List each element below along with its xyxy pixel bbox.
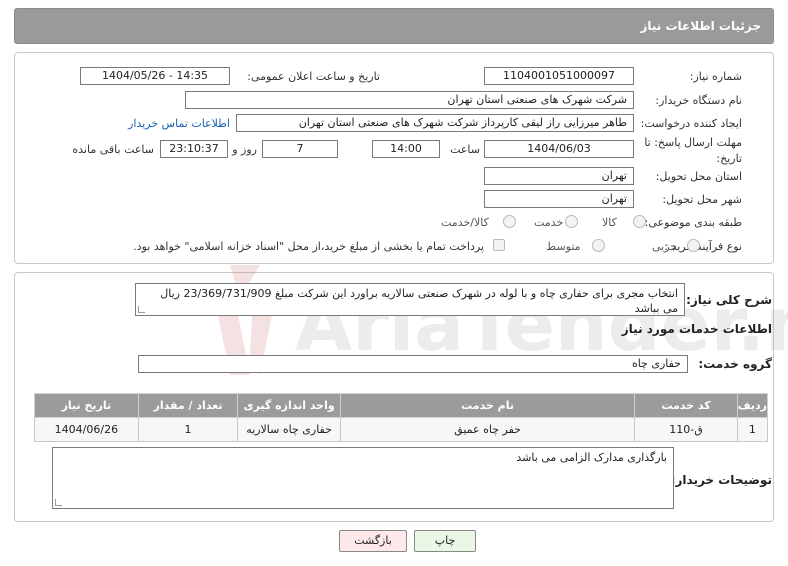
category-goods-service-radio[interactable]	[503, 215, 516, 228]
remaining-time-label: ساعت باقی مانده	[72, 143, 154, 156]
cell-need-date: 1404/06/26	[34, 417, 139, 442]
category-option-goods-service: کالا/خدمت	[441, 216, 489, 229]
deadline-label-date: تاریخ:	[716, 152, 742, 165]
category-goods-radio[interactable]	[633, 215, 646, 228]
cell-service-name: حفر چاه عمیق	[339, 417, 636, 442]
cell-service-code: ق-110	[634, 417, 738, 442]
announce-datetime-label: تاریخ و ساعت اعلان عمومی:	[247, 70, 380, 83]
need-number-field: 1104001051000097	[484, 67, 634, 85]
creator-label: ایجاد کننده درخواست:	[640, 117, 742, 130]
need-number-label: شماره نیاز:	[689, 70, 742, 83]
col-service-name-header: نام خدمت	[339, 393, 636, 418]
delivery-province-field: تهران	[484, 167, 634, 185]
buyer-notes-textarea[interactable]: بارگذاری مدارک الزامی می باشد	[52, 447, 674, 509]
page-title: جزئیات اطلاعات نیاز	[640, 19, 761, 33]
buyer-notes-text: بارگذاری مدارک الزامی می باشد	[516, 451, 667, 464]
col-unit-header: واحد اندازه گیری	[237, 393, 341, 418]
subject-category-label: طبقه بندی موضوعی:	[644, 216, 742, 229]
cell-unit: حفاری چاه سالاریه	[237, 417, 341, 442]
deadline-time-label: ساعت	[450, 143, 480, 156]
delivery-city-label: شهر محل تحویل:	[662, 193, 742, 206]
col-service-code-header: کد خدمت	[634, 393, 738, 418]
table-row: 1 ق-110 حفر چاه عمیق حفاری چاه سالاریه 1…	[34, 417, 769, 442]
buyer-org-field: شرکت شهرک های صنعتی استان تهران	[185, 91, 634, 109]
service-group-field: حفاری چاه	[138, 355, 688, 373]
category-option-goods: کالا	[602, 216, 617, 229]
cell-row: 1	[736, 417, 769, 442]
need-summary-text: انتخاب مجری برای حفاری چاه و با لوله در …	[160, 287, 678, 315]
deadline-date-field: 1404/06/03	[484, 140, 634, 158]
category-option-service: خدمت	[534, 216, 564, 229]
buyer-org-label: نام دستگاه خریدار:	[655, 94, 742, 107]
services-section-title: اطلاعات خدمات مورد نیاز	[621, 322, 772, 336]
print-button[interactable]: چاپ	[414, 530, 476, 552]
need-summary-textarea[interactable]: انتخاب مجری برای حفاری چاه و با لوله در …	[135, 283, 685, 316]
buyer-notes-label: توضیحات خریدار:	[670, 473, 772, 487]
page-header: جزئیات اطلاعات نیاز	[14, 8, 774, 44]
back-button[interactable]: بازگشت	[339, 530, 407, 552]
col-row-header: ردیف	[736, 393, 769, 418]
delivery-province-label: استان محل تحویل:	[655, 170, 742, 183]
deadline-time-field: 14:00	[372, 140, 440, 158]
buyer-contact-link[interactable]: اطلاعات تماس خریدار	[128, 117, 230, 130]
remaining-time-field: 23:10:37	[160, 140, 228, 158]
creator-field: طاهر میرزایی راز لیقی کارپرداز شرکت شهرک…	[236, 114, 634, 132]
days-label: روز و	[232, 143, 257, 156]
deadline-label: مهلت ارسال پاسخ: تا	[644, 136, 742, 149]
col-need-date-header: تاریخ نیاز	[34, 393, 139, 418]
announce-datetime-field: 1404/05/26 - 14:35	[80, 67, 230, 85]
resize-grip-icon[interactable]	[138, 306, 145, 313]
need-summary-label: شرح کلی نیاز:	[686, 293, 772, 307]
resize-grip-icon[interactable]	[55, 499, 62, 506]
services-table-header: ردیف کد خدمت نام خدمت واحد اندازه گیری ت…	[34, 393, 769, 418]
services-table: ردیف کد خدمت نام خدمت واحد اندازه گیری ت…	[34, 393, 769, 442]
category-service-radio[interactable]	[565, 215, 578, 228]
delivery-city-field: تهران	[484, 190, 634, 208]
remaining-days-field: 7	[262, 140, 338, 158]
service-group-label: گروه خدمت:	[698, 357, 772, 371]
col-quantity-header: تعداد / مقدار	[137, 393, 239, 418]
cell-quantity: 1	[137, 417, 239, 442]
